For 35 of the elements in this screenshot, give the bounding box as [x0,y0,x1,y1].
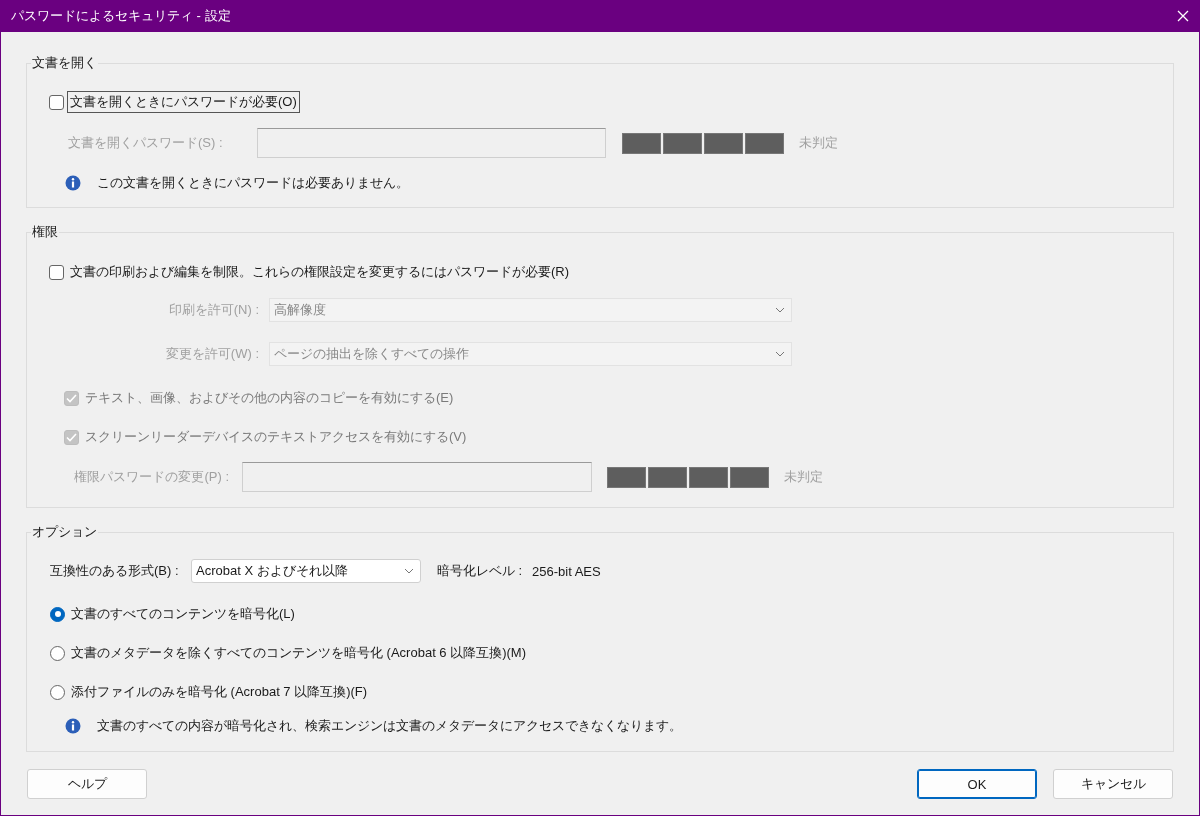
field-label: 暗号化レベル : [437,562,524,580]
chevron-down-icon [404,568,414,574]
checkbox[interactable] [49,264,64,280]
field-label: 印刷を許可(N) : [167,301,259,319]
window-title: パスワードによるセキュリティ - 設定 [11,7,231,25]
radio-label[interactable]: 文書のメタデータを除くすべてのコンテンツを暗号化 (Acrobat 6 以降互換)(M) [68,642,529,664]
dialog-button[interactable]: キャンセル [1053,769,1173,799]
field-label: 権限パスワードの変更(P) : [73,468,229,486]
info-text: この文書を開くときにパスワードは必要ありません。 [97,174,409,192]
info-icon [65,175,81,191]
radio-button[interactable] [50,606,65,622]
dialog-button[interactable]: OK [917,769,1037,799]
close-icon[interactable] [1177,10,1189,22]
dropdown[interactable]: Acrobat X およびそれ以降 [191,559,421,583]
encryption-value: 256-bit AES [532,563,601,579]
radio-label[interactable]: 文書のすべてのコンテンツを暗号化(L) [68,603,298,625]
group-title: 権限 [31,223,59,241]
field-label: 変更を許可(W) : [164,345,259,363]
radio-label[interactable]: 添付ファイルのみを暗号化 (Acrobat 7 以降互換)(F) [68,681,371,703]
radio-button[interactable] [50,684,65,700]
checkbox-label[interactable]: 文書を開くときにパスワードが必要(O) [67,91,300,113]
field-label: 互換性のある形式(B) : [50,562,180,580]
group-title: オプション [31,523,98,541]
strength-label: 未判定 [784,468,823,486]
field-label: 文書を開くパスワード(S) : [68,134,224,152]
info-icon [65,718,81,734]
radio-button[interactable] [50,645,65,661]
group-title: 文書を開く [31,54,98,72]
info-text: 文書のすべての内容が暗号化され、検索エンジンは文書のメタデータにアクセスできなくなります。 [97,717,682,735]
strength-label: 未判定 [799,134,838,152]
chevron-down-icon [775,307,785,313]
checkbox-label[interactable]: 文書の印刷および編集を制限。これらの権限設定を変更するにはパスワードが必要(R) [67,261,573,283]
checkbox[interactable] [49,94,64,110]
chevron-down-icon [775,351,785,357]
help-button[interactable]: ヘルプ [27,769,147,799]
